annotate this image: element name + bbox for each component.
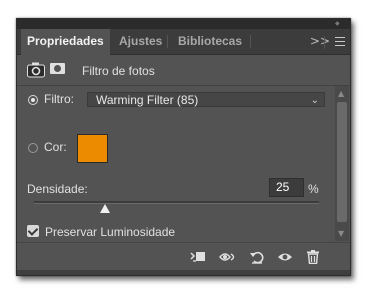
close-handle-icon[interactable]: ◆	[335, 20, 341, 27]
mask-icon[interactable]	[50, 63, 65, 74]
filter-select[interactable]: Warming Filter (85) ⌄	[87, 92, 325, 107]
adjustment-title: Filtro de fotos	[82, 64, 155, 78]
color-radio[interactable]	[28, 143, 38, 153]
reset-icon[interactable]	[249, 250, 265, 264]
scrollbar-thumb[interactable]	[337, 102, 347, 222]
tab-divider	[324, 36, 325, 49]
filter-radio[interactable]	[28, 95, 38, 105]
panel-footer	[17, 242, 350, 271]
camera-adjustment-icon[interactable]	[27, 62, 45, 78]
panel-scrollbar[interactable]: ▲ ▼	[335, 86, 349, 241]
panel-grip[interactable]: ◆	[17, 19, 350, 29]
properties-header: Filtro de fotos	[17, 55, 350, 86]
color-label: Cor:	[44, 140, 67, 154]
collapse-panels-icon[interactable]: >>	[310, 29, 330, 54]
panel-menu-icon[interactable]	[335, 37, 345, 49]
density-slider-track[interactable]	[34, 201, 319, 204]
filter-select-value: Warming Filter (85)	[96, 93, 199, 107]
tab-ajustes[interactable]: Ajustes	[113, 29, 168, 54]
density-unit: %	[308, 182, 319, 196]
preserve-luminosity-label: Preservar Luminosidade	[45, 225, 176, 239]
tab-divider	[250, 35, 251, 48]
panel-bottom-edge	[17, 270, 350, 275]
chevron-down-icon: ⌄	[310, 95, 319, 106]
scroll-up-icon[interactable]: ▲	[338, 89, 344, 98]
properties-panel: ◆ Propriedades Ajustes Bibliotecas >> Fi…	[16, 18, 351, 276]
scroll-down-icon[interactable]: ▼	[338, 229, 344, 238]
filter-label: Filtro:	[44, 92, 74, 106]
view-previous-state-icon[interactable]	[219, 250, 239, 264]
density-slider-thumb[interactable]	[100, 204, 111, 213]
trash-icon[interactable]	[306, 250, 320, 264]
preserve-luminosity-checkbox[interactable]	[27, 225, 39, 237]
density-label: Densidade:	[27, 182, 88, 196]
color-swatch[interactable]	[77, 134, 108, 163]
tab-bar: Propriedades Ajustes Bibliotecas >>	[17, 29, 350, 55]
visibility-eye-icon[interactable]	[277, 250, 293, 264]
clip-to-layer-icon[interactable]	[190, 250, 206, 264]
density-input[interactable]: 25	[269, 178, 304, 197]
tab-divider	[167, 35, 168, 48]
tab-propriedades[interactable]: Propriedades	[21, 29, 110, 55]
tab-bibliotecas[interactable]: Bibliotecas	[172, 29, 248, 54]
